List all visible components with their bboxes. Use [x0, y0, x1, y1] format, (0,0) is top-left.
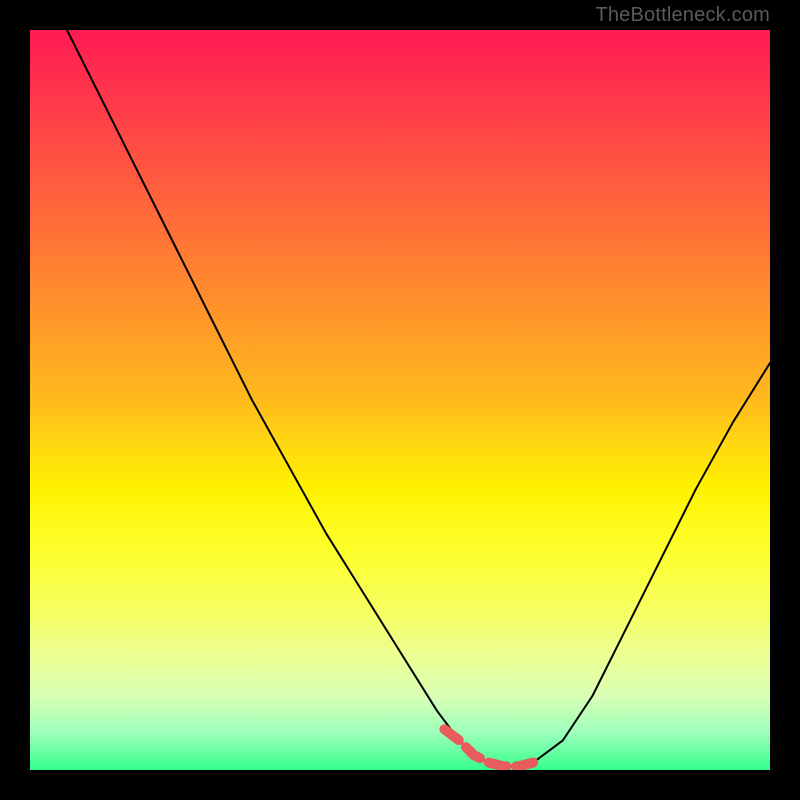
chart-svg [30, 30, 770, 770]
highlight-segment [444, 729, 533, 766]
chart-frame: TheBottleneck.com [0, 0, 800, 800]
watermark-text: TheBottleneck.com [595, 4, 770, 27]
bottleneck-curve [67, 30, 770, 766]
